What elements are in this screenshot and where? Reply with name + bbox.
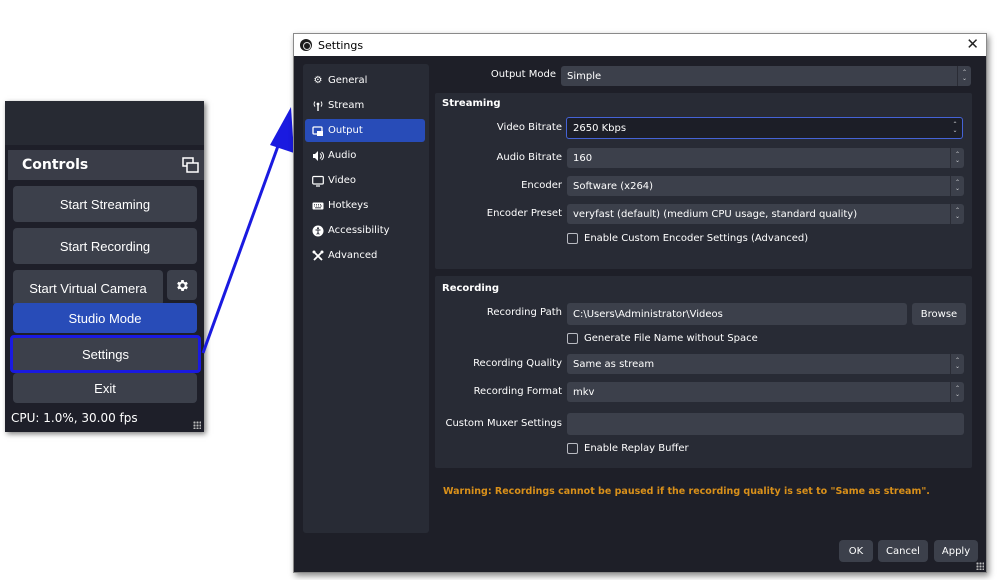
window-resize-grip[interactable] [976,562,984,570]
output-icon [312,125,324,137]
recording-format-select[interactable]: mkv ⌃ ⌄ [567,382,964,402]
title-bar: Settings ✕ [294,34,986,56]
custom-encoder-checkbox[interactable]: Enable Custom Encoder Settings (Advanced… [567,233,808,244]
streaming-group: Streaming Video Bitrate 2650 Kbps ⌃ ⌄ Aud… [435,93,972,269]
gear-icon [176,279,188,291]
arrow-head [270,107,294,153]
no-space-label: Generate File Name without Space [584,333,758,344]
virtual-camera-settings-button[interactable] [167,270,197,300]
video-bitrate-value: 2650 Kbps [573,122,627,134]
sidebar-item-hotkeys[interactable]: Hotkeys [305,194,425,217]
sidebar-item-output[interactable]: Output [305,119,425,142]
audio-bitrate-select[interactable]: 160 ⌃ ⌄ [567,148,964,168]
recording-quality-select[interactable]: Same as stream ⌃ ⌄ [567,354,964,374]
arrow-shaft [201,134,284,354]
custom-muxer-input[interactable] [567,413,964,435]
controls-dock: Controls Start Streaming Start Recording… [5,101,204,432]
start-streaming-button[interactable]: Start Streaming [13,186,197,222]
checkbox-box[interactable] [567,333,578,344]
settings-sidebar: ⚙ General Stream Output Audio Video Hotk… [303,64,429,533]
sidebar-item-advanced[interactable]: Advanced [305,244,425,267]
replay-buffer-label: Enable Replay Buffer [584,443,689,454]
warning-message: Warning: Recordings cannot be paused if … [443,486,930,497]
recording-path-input[interactable]: C:\Users\Administrator\Videos [567,303,907,325]
recording-group: Recording Recording Path C:\Users\Admini… [435,276,972,468]
antenna-icon [312,100,324,112]
settings-window: Settings ✕ ⚙ General Stream Output Audio [293,33,987,573]
sidebar-item-label: Advanced [328,250,378,261]
sidebar-item-label: Stream [328,100,365,111]
accessibility-icon [312,225,324,237]
audio-bitrate-value: 160 [573,152,593,164]
keyboard-icon [312,200,324,212]
start-virtual-camera-button[interactable]: Start Virtual Camera [13,270,163,306]
start-recording-button[interactable]: Start Recording [13,228,197,264]
video-bitrate-label: Video Bitrate [496,122,562,133]
apply-button[interactable]: Apply [934,540,978,562]
resize-grip[interactable] [193,421,201,429]
gear-icon: ⚙ [313,75,323,86]
no-space-checkbox[interactable]: Generate File Name without Space [567,333,758,344]
cancel-button[interactable]: Cancel [878,540,928,562]
monitor-icon [312,175,324,187]
speaker-icon [312,150,324,162]
sidebar-item-accessibility[interactable]: Accessibility [305,219,425,242]
sidebar-item-label: General [328,75,368,86]
recording-path-label: Recording Path [486,307,562,318]
encoder-preset-value: veryfast (default) (medium CPU usage, st… [573,208,858,220]
spinbox-arrows-icon[interactable]: ⌃ ⌄ [948,118,962,138]
output-mode-label: Output Mode [490,69,556,80]
recording-path-value: C:\Users\Administrator\Videos [573,308,723,320]
updown-arrows-icon: ⌃ ⌄ [950,382,964,402]
video-bitrate-input[interactable]: 2650 Kbps ⌃ ⌄ [566,117,963,139]
recording-format-label: Recording Format [473,386,562,397]
sidebar-item-label: Video [328,175,357,186]
encoder-select[interactable]: Software (x264) ⌃ ⌄ [567,176,964,196]
encoder-preset-label: Encoder Preset [486,208,562,219]
updown-arrows-icon: ⌃ ⌄ [950,354,964,374]
sidebar-item-label: Output [328,125,363,136]
ok-button[interactable]: OK [839,540,873,562]
replay-buffer-checkbox[interactable]: Enable Replay Buffer [567,443,689,454]
updown-arrows-icon: ⌃ ⌄ [957,66,971,86]
encoder-value: Software (x264) [573,180,654,192]
controls-header: Controls [8,150,204,180]
recording-title: Recording [442,283,500,294]
recording-quality-value: Same as stream [573,358,655,370]
checkbox-box[interactable] [567,233,578,244]
updown-arrows-icon: ⌃ ⌄ [950,204,964,224]
custom-muxer-label: Custom Muxer Settings [445,418,562,429]
exit-button[interactable]: Exit [13,373,197,403]
sidebar-item-audio[interactable]: Audio [305,144,425,167]
audio-bitrate-label: Audio Bitrate [496,152,562,163]
updown-arrows-icon: ⌃ ⌄ [950,176,964,196]
sidebar-item-stream[interactable]: Stream [305,94,425,117]
sidebar-item-label: Audio [328,150,357,161]
encoder-preset-select[interactable]: veryfast (default) (medium CPU usage, st… [567,204,964,224]
studio-mode-button[interactable]: Studio Mode [13,303,197,333]
settings-button[interactable]: Settings [10,335,201,373]
undock-icon[interactable] [182,157,199,173]
encoder-label: Encoder [521,180,562,191]
tools-icon [312,250,324,262]
sidebar-item-video[interactable]: Video [305,169,425,192]
obs-logo-icon [300,39,312,51]
cpu-status: CPU: 1.0%, 30.00 fps [11,411,138,425]
checkbox-box[interactable] [567,443,578,454]
updown-arrows-icon: ⌃ ⌄ [950,148,964,168]
window-title: Settings [318,38,364,52]
sidebar-item-label: Hotkeys [328,200,369,211]
recording-format-value: mkv [573,386,595,398]
output-mode-value: Simple [567,70,602,82]
sidebar-item-label: Accessibility [328,225,390,236]
streaming-title: Streaming [442,98,501,109]
output-mode-select[interactable]: Simple ⌃ ⌄ [561,66,971,86]
browse-button[interactable]: Browse [912,303,966,325]
recording-quality-label: Recording Quality [473,358,562,369]
dock-empty-area [5,101,204,145]
custom-encoder-label: Enable Custom Encoder Settings (Advanced… [584,233,809,244]
close-icon[interactable]: ✕ [966,36,979,52]
controls-title: Controls [22,157,89,173]
